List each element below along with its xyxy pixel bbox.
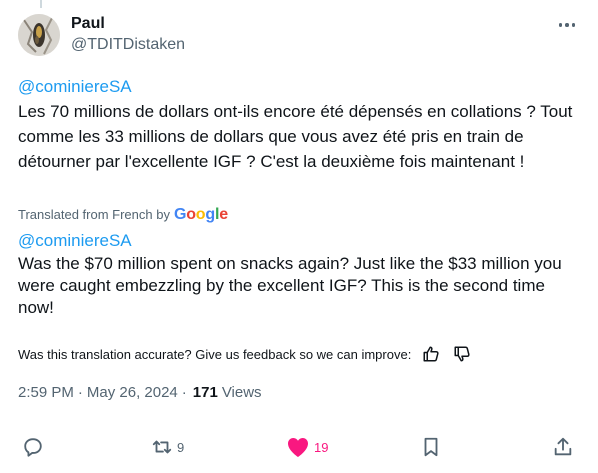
translated-label: Translated from French by <box>18 207 170 222</box>
translated-text: Was the $70 million spent on snacks agai… <box>18 254 562 317</box>
translation-feedback: Was this translation accurate? Give us f… <box>18 343 473 365</box>
tweet-header: Paul @TDITDistaken <box>18 12 586 60</box>
avatar-photo-icon <box>18 14 60 56</box>
more-icon <box>558 23 563 27</box>
thumbs-up-button[interactable] <box>420 343 442 365</box>
tweet-actions: 9 19 <box>18 433 578 461</box>
google-logo: Google <box>173 206 228 223</box>
author-handle[interactable]: @TDITDistaken <box>71 34 185 56</box>
more-icon-dot <box>571 23 576 27</box>
author-names: Paul @TDITDistaken <box>71 14 185 56</box>
like-button[interactable]: 19 <box>286 433 328 461</box>
reply-icon <box>24 438 42 457</box>
meta-separator: · <box>181 384 187 401</box>
tweet-date[interactable]: May 26, 2024 <box>87 383 178 403</box>
tweet-meta: 2:59 PM · May 26, 2024 · 171 Views <box>18 383 262 403</box>
original-text: Les 70 millions de dollars ont-ils encor… <box>18 102 573 171</box>
bookmark-icon <box>424 437 438 457</box>
author-display-name[interactable]: Paul <box>71 14 185 34</box>
original-tweet-text: @cominiereSA Les 70 millions de dollars … <box>18 74 583 174</box>
thumbs-down-button[interactable] <box>451 343 473 365</box>
tweet-time[interactable]: 2:59 PM <box>18 383 74 403</box>
share-button[interactable] <box>552 433 574 461</box>
more-options-button[interactable] <box>554 14 580 36</box>
avatar[interactable] <box>18 14 60 56</box>
retweet-icon <box>152 440 172 454</box>
thread-connector-line <box>40 0 42 8</box>
meta-separator: · <box>77 384 83 401</box>
share-icon <box>554 437 572 456</box>
bookmark-button[interactable] <box>420 433 442 461</box>
views-count: 171 <box>192 384 218 401</box>
reply-button[interactable] <box>22 433 48 461</box>
like-count: 19 <box>314 439 329 455</box>
retweet-count: 9 <box>177 439 185 455</box>
thumbs-down-icon <box>454 346 470 362</box>
views-label: Views <box>221 384 262 401</box>
more-icon-dot <box>565 23 569 27</box>
heart-icon <box>288 438 308 457</box>
translated-tweet-text: @cominiereSA Was the $70 million spent o… <box>18 229 583 319</box>
translated-by-link[interactable]: Translated from French by Google <box>18 206 228 224</box>
translated-mention-link[interactable]: @cominiereSA <box>18 229 583 253</box>
original-mention-link[interactable]: @cominiereSA <box>18 74 583 99</box>
feedback-prompt: Was this translation accurate? Give us f… <box>18 346 412 362</box>
thumbs-up-icon <box>423 346 439 362</box>
retweet-button[interactable]: 9 <box>151 433 184 461</box>
